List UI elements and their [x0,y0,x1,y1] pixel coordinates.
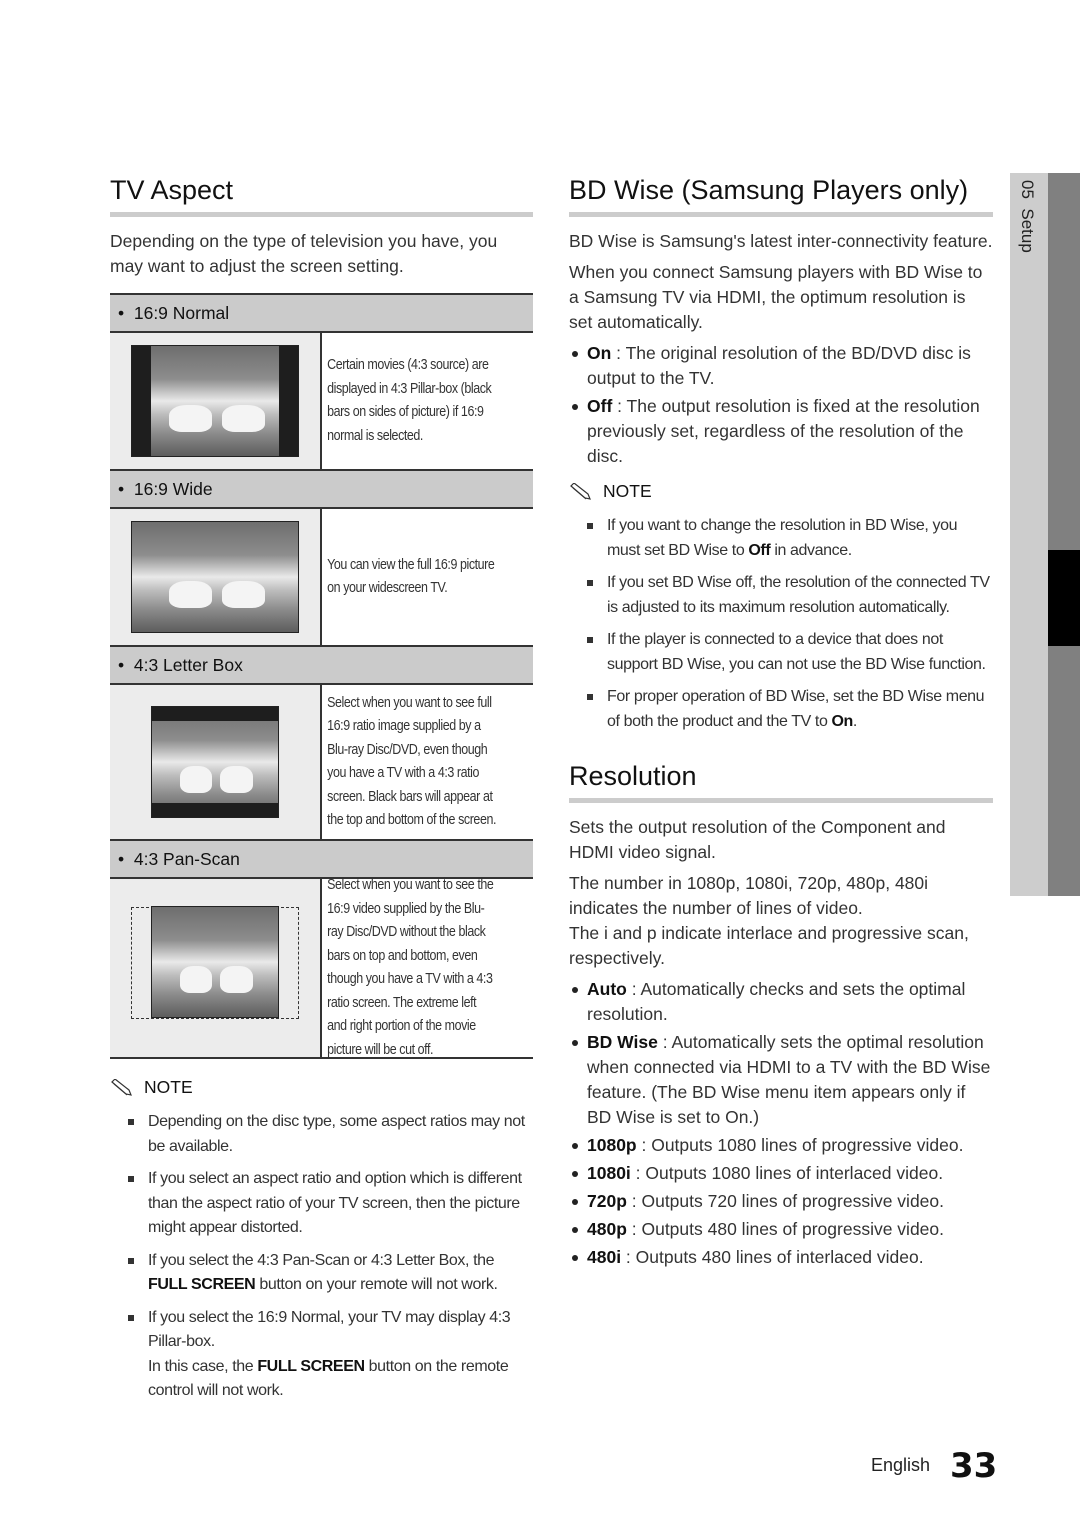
paragraph: The number in 1080p, 1080i, 720p, 480p, … [569,873,929,918]
option-item: On : The original resolution of the BD/D… [572,341,993,391]
option-list: Auto : Automatically checks and sets the… [569,977,993,1270]
page-number: 33 [950,1446,998,1486]
option-row: You can view the full 16:9 picture on yo… [110,509,533,647]
option-row: Select when you want to see the 16:9 vid… [110,877,533,1059]
option-label: 16:9 Wide [133,479,213,499]
aspect-options-table: • 16:9 Normal Certain movies (4:3 source… [110,293,533,1059]
option-description: You can view the full 16:9 picture on yo… [327,556,495,597]
option-header: • 16:9 Normal [110,295,533,333]
option-item: 480p : Outputs 480 lines of progressive … [572,1217,993,1242]
section-title: BD Wise (Samsung Players only) [569,175,969,205]
option-label: 4:3 Pan-Scan [133,849,240,869]
note-heading: NOTE [569,481,993,502]
note-item: If you want to change the resolution in … [587,514,993,563]
option-item: 720p : Outputs 720 lines of progressive … [572,1189,993,1214]
option-label: 4:3 Letter Box [133,655,243,675]
footer-language: English [871,1455,931,1475]
note-item: For proper operation of BD Wise, set the… [587,685,993,734]
letterbox-puppies-image [151,706,279,818]
note-item: If you select the 4:3 Pan-Scan or 4:3 Le… [128,1249,533,1298]
option-item: Auto : Automatically checks and sets the… [572,977,993,1027]
note-item: Depending on the disc type, some aspect … [128,1110,533,1159]
chapter-label: 05 Setup [1018,180,1037,253]
title-rule [569,798,993,803]
option-row: Certain movies (4:3 source) are displaye… [110,333,533,471]
pillarbox-puppies-image [131,345,299,457]
option-header: • 16:9 Wide [110,471,533,509]
chapter-tab-marker [1048,550,1080,646]
note-heading: NOTE [110,1077,533,1098]
option-row: Select when you want to see full 16:9 ra… [110,685,533,841]
bd-wise-section: BD Wise (Samsung Players only) BD Wise i… [569,170,993,1273]
option-item: Off : The output resolution is fixed at … [572,394,993,469]
option-description: Select when you want to see the 16:9 vid… [327,877,494,1058]
option-item: 1080p : Outputs 1080 lines of progressiv… [572,1133,993,1158]
paragraph: Sets the output resolution of the Compon… [569,817,946,862]
option-description: Select when you want to see full 16:9 ra… [327,694,496,829]
panscan-puppies-image [151,906,279,1018]
note-item: If you select an aspect ratio and option… [128,1167,533,1241]
note-list: Depending on the disc type, some aspect … [110,1110,533,1404]
option-description: Certain movies (4:3 source) are displaye… [327,357,492,444]
option-list: On : The original resolution of the BD/D… [569,341,993,469]
intro-text: Depending on the type of television you … [110,231,498,276]
note-item: If you set BD Wise off, the resolution o… [587,571,993,620]
tv-aspect-section: TV Aspect Depending on the type of telev… [110,170,533,1412]
pencil-note-icon [570,482,591,500]
section-title: Resolution [569,761,697,791]
chapter-side-tab [1010,173,1048,896]
option-label: 16:9 Normal [133,303,230,323]
note-list: If you want to change the resolution in … [569,514,993,734]
section-title: TV Aspect [110,175,234,205]
option-item: 1080i : Outputs 1080 lines of interlaced… [572,1161,993,1186]
note-item: If you select the 16:9 Normal, your TV m… [128,1306,533,1404]
paragraph: BD Wise is Samsung's latest inter-connec… [569,231,993,251]
wide-puppies-image [131,521,299,633]
title-rule [110,212,533,217]
option-item: 480i : Outputs 480 lines of interlaced v… [572,1245,993,1270]
option-header: • 4:3 Letter Box [110,647,533,685]
note-item: If the player is connected to a device t… [587,628,993,677]
title-rule [569,212,993,217]
resolution-section: Resolution Sets the output resolution of… [569,756,993,1270]
option-item: BD Wise : Automatically sets the optimal… [572,1030,993,1130]
chapter-tab-strip [1048,173,1080,896]
pencil-note-icon [111,1078,132,1096]
paragraph: When you connect Samsung players with BD… [569,262,983,332]
paragraph: The i and p indicate interlace and progr… [569,923,969,968]
